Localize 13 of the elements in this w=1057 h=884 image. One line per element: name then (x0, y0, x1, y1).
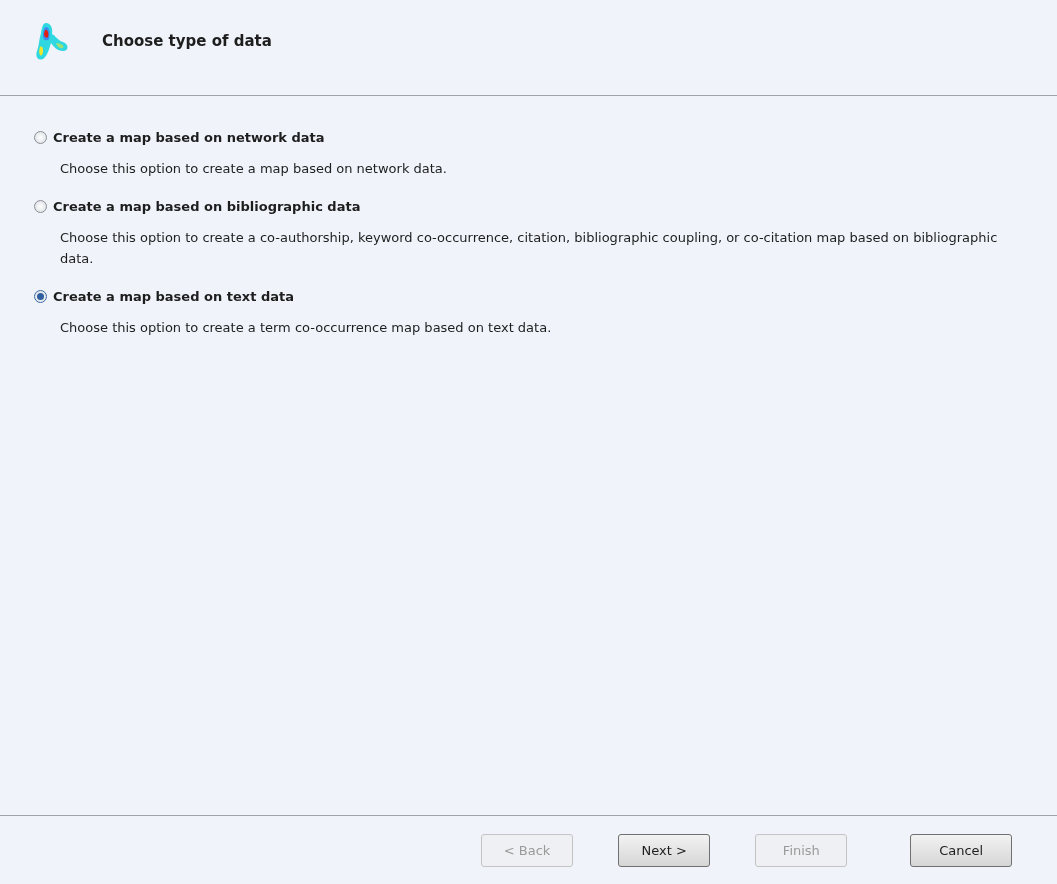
heatmap-logo-icon (34, 20, 70, 61)
radio-button[interactable] (34, 200, 47, 213)
radio-button[interactable] (34, 290, 47, 303)
option-description: Choose this option to create a co-authorship, keyword co-occurrence, citation, bibliographic coupling, or co-citation map based on bibliographic data. (60, 229, 999, 268)
dialog-button[interactable]: Next > (618, 833, 711, 867)
page-title: Choose type of data (102, 31, 272, 50)
radio-button[interactable] (34, 131, 47, 144)
option-description: Choose this option to create a term co-occurrence map based on text data. (60, 319, 553, 337)
option-label[interactable]: Create a map based on text data (53, 289, 294, 304)
dialog-button[interactable]: Cancel (910, 833, 1012, 867)
option-label[interactable]: Create a map based on bibliographic data (53, 199, 361, 214)
option-description: Choose this option to create a map based on network data. (60, 160, 448, 178)
option-label[interactable]: Create a map based on network data (53, 130, 325, 145)
